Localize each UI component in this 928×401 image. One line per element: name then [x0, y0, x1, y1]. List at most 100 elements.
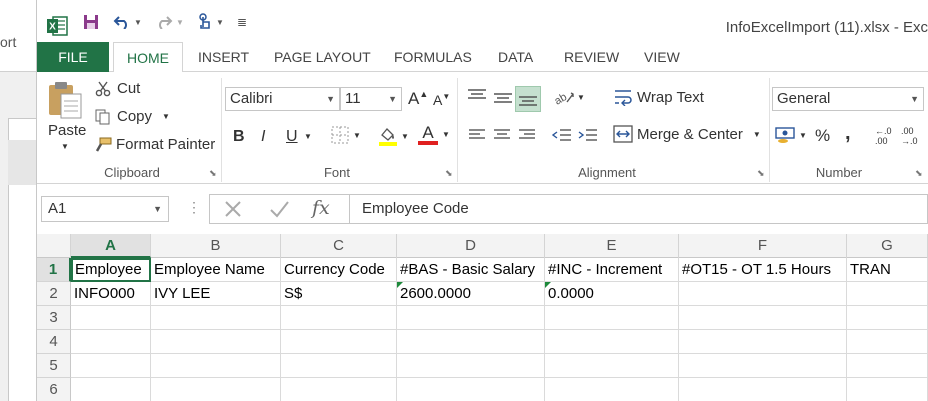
formula-bar-resize-handle[interactable]: ⋮: [187, 199, 201, 216]
cell-e5[interactable]: [545, 354, 679, 378]
paste-button[interactable]: Paste: [48, 122, 86, 139]
tab-review[interactable]: REVIEW: [551, 42, 632, 72]
decrease-decimal-button[interactable]: .00 →.0: [901, 126, 918, 146]
cell-f5[interactable]: [679, 354, 847, 378]
cell-a1[interactable]: Employee: [71, 258, 151, 282]
cell-e1[interactable]: #INC - Increment: [545, 258, 679, 282]
touch-mode-dropdown-icon[interactable]: ▼: [215, 12, 225, 32]
cell-c4[interactable]: [281, 330, 397, 354]
cell-d6[interactable]: [397, 378, 545, 401]
cell-a4[interactable]: [71, 330, 151, 354]
shrink-font-button[interactable]: A ▼: [433, 92, 450, 109]
alignment-launcher-icon[interactable]: ⬊: [757, 168, 765, 179]
cell-c5[interactable]: [281, 354, 397, 378]
bold-button[interactable]: B: [233, 128, 245, 146]
copy-button[interactable]: Copy ▼: [93, 108, 170, 125]
row-header-1[interactable]: 1: [37, 258, 71, 282]
cancel-entry-icon[interactable]: [222, 198, 244, 225]
percent-style-button[interactable]: %: [815, 126, 830, 146]
tab-home[interactable]: HOME: [113, 42, 183, 73]
format-painter-button[interactable]: Format Painter: [93, 136, 215, 153]
paste-dropdown-icon[interactable]: ▼: [61, 142, 69, 151]
name-box[interactable]: A1 ▼: [41, 196, 169, 222]
font-launcher-icon[interactable]: ⬊: [445, 168, 453, 179]
insert-function-button[interactable]: fx: [312, 197, 330, 219]
cell-d4[interactable]: [397, 330, 545, 354]
cell-b6[interactable]: [151, 378, 281, 401]
save-icon[interactable]: [81, 12, 101, 32]
cell-g2[interactable]: [847, 282, 928, 306]
align-right-button[interactable]: [518, 128, 536, 142]
borders-dropdown-icon[interactable]: ▼: [353, 131, 361, 140]
wrap-text-button[interactable]: Wrap Text: [613, 88, 704, 106]
column-header-c[interactable]: C: [281, 234, 397, 258]
cell-e2[interactable]: 0.0000: [545, 282, 679, 306]
italic-button[interactable]: I: [261, 128, 265, 146]
formula-input[interactable]: Employee Code: [349, 194, 928, 224]
underline-dropdown-icon[interactable]: ▼: [304, 132, 312, 141]
cell-b1[interactable]: Employee Name: [151, 258, 281, 282]
column-header-a[interactable]: A: [71, 234, 151, 258]
row-header-4[interactable]: 4: [37, 330, 71, 354]
align-bottom-button[interactable]: [515, 86, 541, 112]
cell-d1[interactable]: #BAS - Basic Salary: [397, 258, 545, 282]
accounting-format-button[interactable]: ▼: [775, 126, 807, 144]
cell-b3[interactable]: [151, 306, 281, 330]
cell-g5[interactable]: [847, 354, 928, 378]
tab-page-layout[interactable]: PAGE LAYOUT: [261, 42, 384, 72]
underline-button[interactable]: U: [286, 128, 298, 146]
cell-a2[interactable]: INFO000: [71, 282, 151, 306]
cut-button[interactable]: Cut: [93, 80, 140, 97]
font-size-dropdown[interactable]: 11 ▼: [340, 87, 402, 111]
align-center-button[interactable]: [493, 128, 511, 142]
column-header-d[interactable]: D: [397, 234, 545, 258]
customize-toolbar-icon[interactable]: ≣: [235, 12, 249, 32]
cell-a5[interactable]: [71, 354, 151, 378]
accounting-dropdown-icon[interactable]: ▼: [799, 131, 807, 140]
column-header-f[interactable]: F: [679, 234, 847, 258]
cell-d5[interactable]: [397, 354, 545, 378]
decrease-indent-button[interactable]: [552, 128, 572, 142]
cell-b2[interactable]: IVY LEE: [151, 282, 281, 306]
align-left-button[interactable]: [468, 128, 486, 142]
align-top-button[interactable]: [467, 88, 487, 104]
tab-insert[interactable]: INSERT: [185, 42, 262, 72]
row-header-5[interactable]: 5: [37, 354, 71, 378]
select-all-corner[interactable]: [37, 234, 71, 258]
cell-g3[interactable]: [847, 306, 928, 330]
tab-view[interactable]: VIEW: [631, 42, 693, 72]
column-header-g[interactable]: G: [847, 234, 928, 258]
number-format-dropdown[interactable]: General ▼: [772, 87, 924, 111]
row-header-3[interactable]: 3: [37, 306, 71, 330]
fill-color-dropdown-icon[interactable]: ▼: [401, 132, 409, 141]
comma-style-button[interactable]: ,: [845, 122, 851, 145]
orientation-button[interactable]: ab ▼: [553, 88, 585, 106]
column-header-e[interactable]: E: [545, 234, 679, 258]
cell-f1[interactable]: #OT15 - OT 1.5 Hours: [679, 258, 847, 282]
redo-dropdown-icon[interactable]: ▼: [175, 12, 185, 32]
font-color-button[interactable]: A ▼: [418, 124, 450, 145]
cell-f6[interactable]: [679, 378, 847, 401]
cell-a6[interactable]: [71, 378, 151, 401]
cell-e3[interactable]: [545, 306, 679, 330]
confirm-entry-icon[interactable]: [268, 198, 290, 225]
tab-file[interactable]: FILE: [37, 42, 109, 72]
fill-color-button[interactable]: ▼: [378, 126, 409, 146]
row-header-2[interactable]: 2: [37, 282, 71, 306]
font-family-dropdown[interactable]: Calibri ▼: [225, 87, 340, 111]
cell-e6[interactable]: [545, 378, 679, 401]
column-header-b[interactable]: B: [151, 234, 281, 258]
undo-dropdown-icon[interactable]: ▼: [133, 12, 143, 32]
grow-font-button[interactable]: A ▲: [408, 89, 428, 109]
row-header-6[interactable]: 6: [37, 378, 71, 401]
align-middle-button[interactable]: [493, 90, 513, 106]
borders-button[interactable]: ▼: [331, 126, 361, 144]
cell-g1[interactable]: TRAN: [847, 258, 928, 282]
touch-mode-icon[interactable]: [195, 12, 215, 32]
increase-indent-button[interactable]: [578, 128, 598, 142]
cell-f3[interactable]: [679, 306, 847, 330]
copy-dropdown-icon[interactable]: ▼: [162, 112, 170, 121]
cell-a3[interactable]: [71, 306, 151, 330]
cell-c6[interactable]: [281, 378, 397, 401]
merge-center-button[interactable]: Merge & Center ▼: [613, 125, 761, 143]
